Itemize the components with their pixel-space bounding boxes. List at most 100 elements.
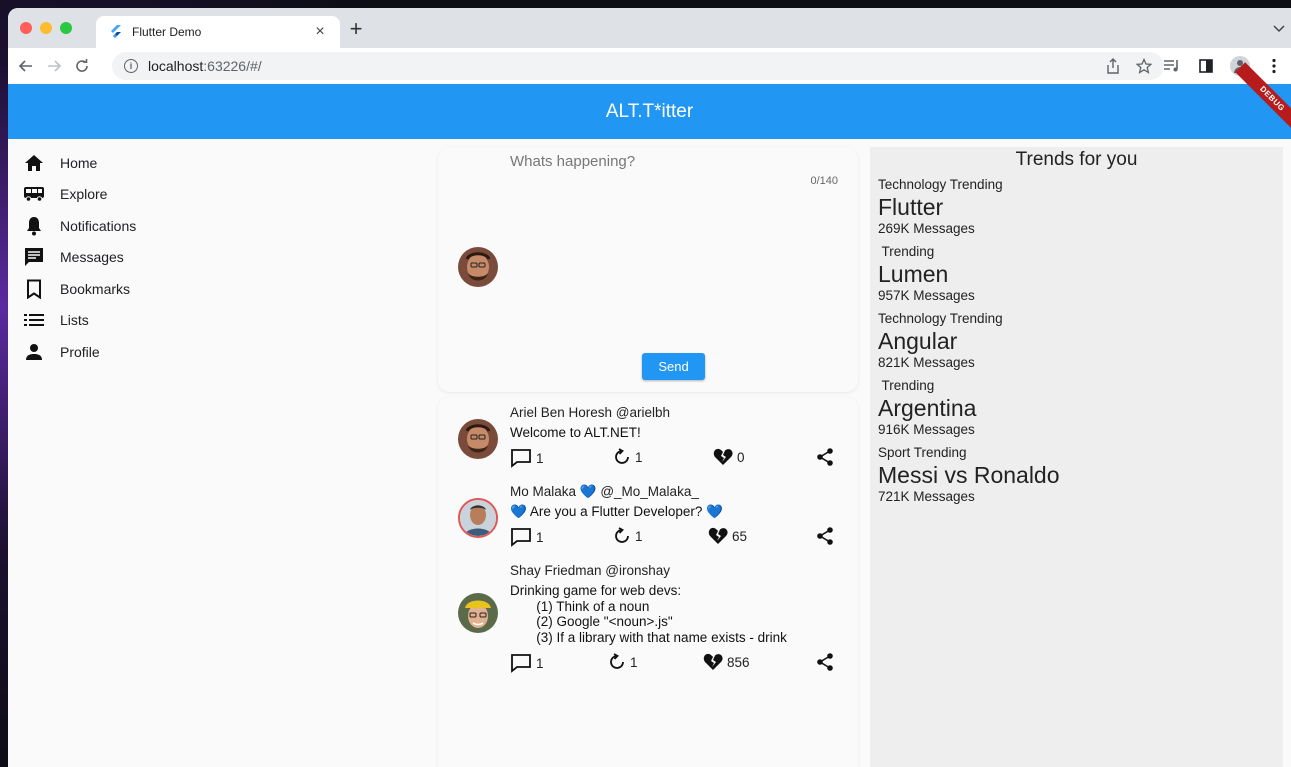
- tweet-author[interactable]: Mo Malaka 💙 @_Mo_Malaka_: [510, 484, 699, 500]
- trend-item[interactable]: Technology Trending Flutter 269K Message…: [878, 177, 1003, 237]
- reply-button[interactable]: 1: [510, 448, 544, 468]
- avatar: [458, 419, 498, 459]
- sidebar-nav: Home Explore Notifications Messages Book…: [22, 147, 222, 368]
- trend-item[interactable]: Trending Argentina 916K Messages: [878, 378, 976, 438]
- back-button[interactable]: [12, 52, 40, 80]
- tweet-actions: 1 1 856: [510, 653, 840, 677]
- sidebar-item-label: Home: [60, 154, 98, 171]
- sidebar-item-profile[interactable]: Profile: [22, 336, 222, 368]
- retweet-button[interactable]: 1: [613, 527, 643, 545]
- tweet-item: Shay Friedman @ironshay Drinking game fo…: [438, 563, 858, 683]
- tweet-actions: 1 1 65: [510, 527, 840, 551]
- trend-category: Sport Trending: [878, 445, 967, 460]
- dislike-button[interactable]: 0: [713, 448, 745, 466]
- tweet-feed: Ariel Ben Horesh @arielbh Welcome to ALT…: [438, 397, 858, 767]
- trend-item[interactable]: Sport Trending Messi vs Ronaldo 721K Mes…: [878, 445, 1060, 505]
- close-window-button[interactable]: [20, 22, 32, 34]
- trend-count: 957K Messages: [878, 288, 975, 303]
- retweet-count: 1: [630, 654, 638, 670]
- dislike-count: 856: [727, 654, 750, 670]
- trend-topic: Messi vs Ronaldo: [878, 462, 1060, 488]
- close-tab-icon[interactable]: ×: [312, 23, 328, 41]
- avatar: [458, 593, 498, 633]
- compose-input[interactable]: Whats happening?: [510, 153, 635, 170]
- reply-button[interactable]: 1: [510, 653, 544, 673]
- browser-toolbar: i localhost:63226/#/: [8, 48, 1291, 84]
- tweet-body: 💙 Are you a Flutter Developer? 💙: [510, 504, 723, 519]
- app-body: Home Explore Notifications Messages Book…: [8, 139, 1291, 767]
- url-path: :63226/#/: [203, 58, 262, 74]
- share-button[interactable]: [816, 448, 838, 466]
- reply-button[interactable]: 1: [510, 527, 544, 547]
- send-button[interactable]: Send: [642, 353, 705, 380]
- trend-count: 821K Messages: [878, 355, 975, 370]
- trend-category: Trending: [878, 378, 935, 393]
- comment-icon: [511, 528, 531, 547]
- tweet-actions: 1 1 0: [510, 448, 840, 472]
- flutter-icon: [108, 24, 124, 40]
- dislike-button[interactable]: 65: [708, 527, 747, 545]
- trend-topic: Flutter: [878, 194, 944, 220]
- share-icon: [817, 448, 833, 466]
- arrow-right-icon: [48, 60, 62, 72]
- repeat-icon: [615, 448, 629, 464]
- trend-item[interactable]: Trending Lumen 957K Messages: [878, 244, 975, 304]
- trend-item[interactable]: Technology Trending Angular 821K Message…: [878, 311, 1003, 371]
- sidebar-item-bookmarks[interactable]: Bookmarks: [22, 273, 222, 305]
- sidebar-item-messages[interactable]: Messages: [22, 242, 222, 274]
- arrow-left-icon: [18, 60, 32, 72]
- trend-topic: Angular: [878, 328, 958, 354]
- tab-search-chevron-icon[interactable]: [1273, 22, 1285, 36]
- minimize-window-button[interactable]: [40, 22, 52, 34]
- compose-card: Whats happening? 0/140 Send: [438, 147, 858, 392]
- repeat-icon: [610, 653, 624, 669]
- address-bar[interactable]: i localhost:63226/#/: [112, 52, 1164, 80]
- site-info-icon[interactable]: i: [124, 59, 138, 73]
- browser-tab[interactable]: Flutter Demo ×: [96, 16, 340, 48]
- share-button[interactable]: [816, 653, 838, 671]
- maximize-window-button[interactable]: [60, 22, 72, 34]
- reload-button[interactable]: [68, 52, 96, 80]
- retweet-button[interactable]: 1: [613, 448, 643, 466]
- share-button[interactable]: [816, 527, 838, 545]
- sidebar-item-explore[interactable]: Explore: [22, 179, 222, 211]
- tweet-body: Welcome to ALT.NET!: [510, 425, 641, 440]
- character-counter: 0/140: [810, 175, 838, 187]
- tab-title: Flutter Demo: [132, 25, 202, 39]
- dislike-count: 0: [737, 449, 745, 465]
- person-icon: [22, 340, 46, 364]
- retweet-count: 1: [635, 528, 643, 544]
- trend-count: 916K Messages: [878, 422, 975, 437]
- bus-icon: [22, 182, 46, 206]
- broken-heart-icon: [708, 527, 728, 544]
- dislike-count: 65: [732, 528, 748, 544]
- repeat-icon: [615, 527, 629, 543]
- more-vert-icon[interactable]: [1263, 53, 1285, 79]
- share-icon[interactable]: [1106, 58, 1120, 78]
- message-icon: [22, 245, 46, 269]
- trend-category: Trending: [878, 244, 935, 259]
- trend-category: Technology Trending: [878, 311, 1003, 326]
- tweet-author[interactable]: Shay Friedman @ironshay: [510, 563, 670, 578]
- app-bar: ALT.T*itter: [8, 84, 1291, 139]
- dislike-button[interactable]: 856: [703, 653, 750, 671]
- home-icon: [22, 151, 46, 175]
- side-panel-icon[interactable]: [1195, 53, 1217, 79]
- trend-count: 269K Messages: [878, 221, 975, 236]
- new-tab-button[interactable]: +: [344, 18, 368, 40]
- retweet-button[interactable]: 1: [608, 653, 638, 671]
- sidebar-item-notifications[interactable]: Notifications: [22, 210, 222, 242]
- sidebar-item-home[interactable]: Home: [22, 147, 222, 179]
- forward-button[interactable]: [40, 52, 68, 80]
- list-icon: [22, 308, 46, 332]
- bell-icon: [22, 214, 46, 238]
- tweet-body: Drinking game for web devs: (1) Think of…: [510, 583, 787, 645]
- sidebar-item-label: Profile: [60, 343, 100, 360]
- trend-category: Technology Trending: [878, 177, 1003, 192]
- bookmark-icon: [22, 277, 46, 301]
- trends-panel: Trends for you Technology Trending Flutt…: [870, 147, 1283, 767]
- bookmark-star-icon[interactable]: [1135, 57, 1153, 78]
- sidebar-item-lists[interactable]: Lists: [22, 305, 222, 337]
- media-control-icon[interactable]: [1161, 53, 1183, 79]
- tweet-author[interactable]: Ariel Ben Horesh @arielbh: [510, 405, 670, 420]
